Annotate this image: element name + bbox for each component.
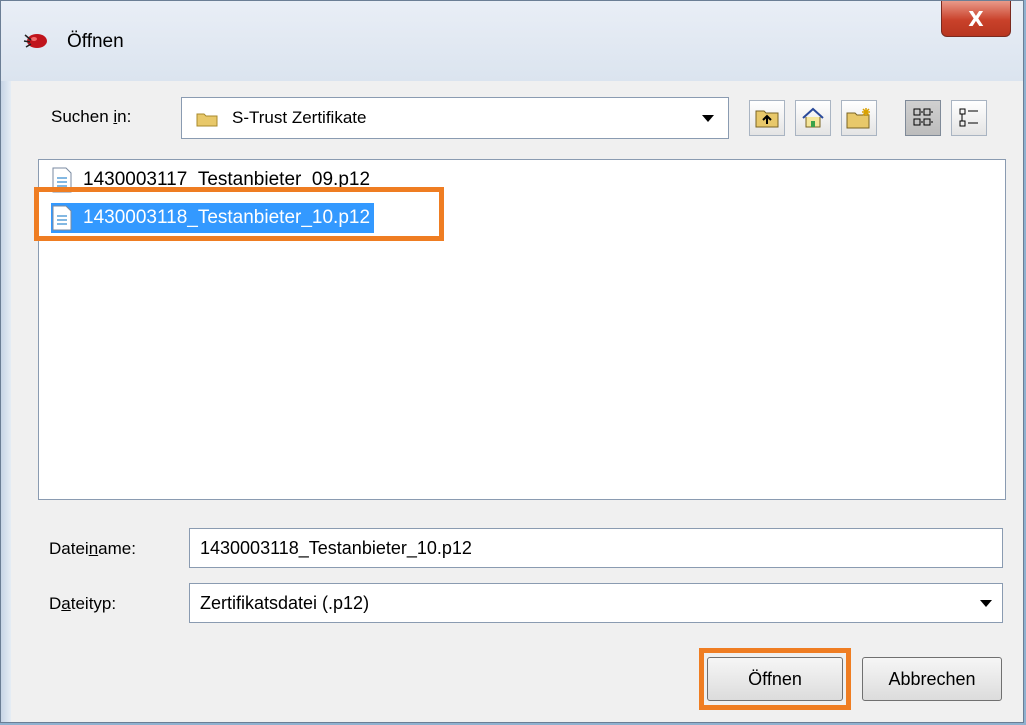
selection-highlight-frame — [34, 187, 444, 241]
filetype-value: Zertifikatsdatei (.p12) — [200, 593, 370, 613]
filename-input[interactable]: 1430003118_Testanbieter_10.p12 — [189, 528, 1003, 568]
details-view-button[interactable] — [951, 100, 987, 136]
home-button[interactable] — [795, 100, 831, 136]
filetype-select[interactable]: Zertifikatsdatei (.p12) — [189, 583, 1003, 623]
list-view-icon — [913, 108, 933, 126]
filename-label: Dateiname: — [49, 539, 136, 558]
open-dialog: Öffnen X Suchen in: S-Trust Zertifikate — [0, 0, 1024, 723]
window-title: Öffnen — [67, 31, 124, 52]
home-icon — [802, 107, 824, 128]
list-view-button[interactable] — [905, 100, 941, 136]
new-folder-button[interactable] — [841, 100, 877, 136]
new-folder-icon — [846, 108, 870, 129]
close-button[interactable]: X — [941, 1, 1011, 37]
lookin-label: Suchen in: — [51, 107, 132, 126]
lookin-combobox[interactable]: S-Trust Zertifikate — [181, 97, 729, 139]
filetype-label: Dateityp: — [49, 594, 117, 613]
folder-icon — [196, 113, 218, 127]
open-button-highlight-frame — [699, 648, 851, 710]
close-icon: X — [968, 6, 984, 31]
title-bar[interactable]: Öffnen X — [1, 1, 1023, 81]
lookin-value: S-Trust Zertifikate — [232, 108, 367, 127]
chevron-down-icon[interactable] — [980, 600, 992, 607]
chevron-down-icon[interactable] — [702, 115, 714, 122]
up-folder-icon — [755, 110, 779, 128]
details-view-icon — [959, 108, 978, 127]
cancel-button[interactable]: Abbrechen — [862, 657, 1002, 701]
up-folder-button[interactable] — [749, 100, 785, 136]
app-icon — [23, 34, 47, 48]
window-edge — [1, 81, 11, 722]
